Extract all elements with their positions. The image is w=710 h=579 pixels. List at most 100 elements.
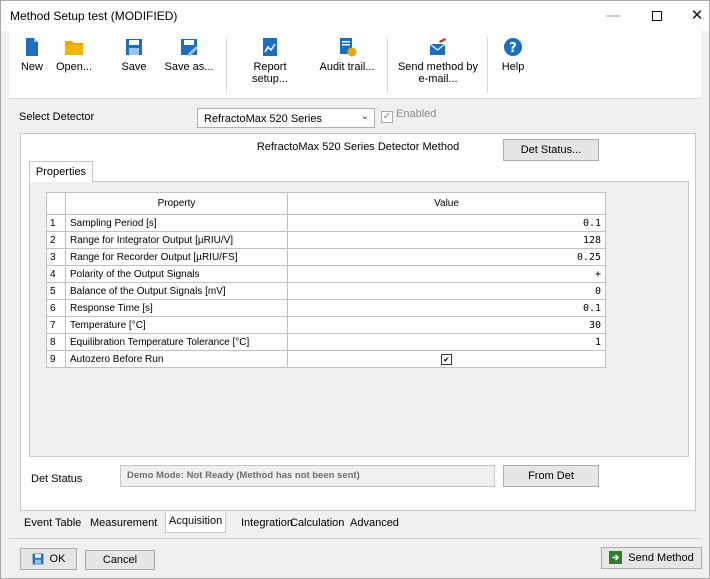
help-label: Help [501,61,525,73]
detector-select[interactable]: RefractoMax 520 Series ⌄ [197,108,375,128]
tab-advanced[interactable]: Advanced [350,514,399,533]
property-value[interactable]: 30 [287,316,606,334]
property-value[interactable]: 0.1 [287,214,606,232]
row-number: 5 [46,282,66,300]
property-name: Range for Recorder Output [µRIU/FS] [65,248,288,266]
maximize-button[interactable] [644,5,670,27]
row-number-header [46,192,66,215]
toolbar-separator [226,37,227,93]
report-setup-icon [263,38,277,56]
property-name: Balance of the Output Signals [mV] [65,282,288,300]
save-disk-icon [126,39,142,55]
ok-button[interactable]: OK [20,548,77,570]
report-setup-button[interactable]: Report setup... [235,37,305,85]
property-value[interactable]: 1 [287,333,606,351]
new-file-icon [26,38,38,56]
cancel-button[interactable]: Cancel [85,550,155,570]
property-name: Sampling Period [s] [65,214,288,232]
tab-measurement[interactable]: Measurement [90,514,157,533]
table-row[interactable]: 1 Sampling Period [s] 0.1 [46,214,606,232]
row-number: 9 [46,350,66,368]
tab-event-table[interactable]: Event Table [24,514,81,533]
help-button[interactable]: ? Help [499,37,527,73]
new-label: New [20,61,43,73]
save-as-button[interactable]: Save as... [163,37,215,73]
table-row[interactable]: 6 Response Time [s] 0.1 [46,299,606,317]
send-method-label: Send Method [628,552,694,564]
send-method-label-1: Send method by [397,61,479,73]
send-arrow-icon [609,551,623,564]
toolbar-separator [387,37,388,93]
row-number: 1 [46,214,66,232]
send-method-button[interactable]: Send Method [601,547,702,569]
audit-trail-button[interactable]: Audit trail... [315,37,379,73]
tab-properties[interactable]: Properties [29,161,93,182]
property-value[interactable]: + [287,265,606,283]
table-row[interactable]: 3 Range for Recorder Output [µRIU/FS] 0.25 [46,248,606,266]
minimize-button[interactable]: — [600,5,626,27]
table-row[interactable]: 4 Polarity of the Output Signals + [46,265,606,283]
detector-method-panel: RefractoMax 520 Series Detector Method D… [20,133,696,511]
help-icon: ? [504,38,522,56]
autozero-checkbox[interactable]: ✔ [441,353,452,365]
folder-icon [65,41,83,55]
property-name: Equilibration Temperature Tolerance [°C] [65,333,288,351]
property-name: Range for Integrator Output [µRIU/V] [65,231,288,249]
property-name: Polarity of the Output Signals [65,265,288,283]
row-number: 2 [46,231,66,249]
table-row[interactable]: 9 Autozero Before Run ✔ [46,350,606,368]
row-number: 4 [46,265,66,283]
save-label: Save [121,61,147,73]
select-detector-label: Select Detector [19,111,95,123]
table-row[interactable]: 2 Range for Integrator Output [µRIU/V] 128 [46,231,606,249]
det-status-text: Demo Mode: Not Ready (Method has not bee… [120,465,495,487]
property-value[interactable]: 0.25 [287,248,606,266]
property-value[interactable]: ✔ [287,350,606,368]
save-button[interactable]: Save [117,37,151,73]
row-number: 6 [46,299,66,317]
value-column-header: Value [287,192,606,215]
footer-divider [9,538,701,539]
chevron-down-icon: ⌄ [360,111,369,122]
table-row[interactable]: 5 Balance of the Output Signals [mV] 0 [46,282,606,300]
send-method-label-2: e-mail... [418,73,458,85]
open-button[interactable]: Open... [53,37,95,73]
new-button[interactable]: New [17,37,47,73]
checkmark-icon: ✓ [381,111,393,123]
detector-select-value: RefractoMax 520 Series [204,113,322,125]
table-row[interactable]: 8 Equilibration Temperature Tolerance [°C… [46,333,606,351]
table-row[interactable]: 7 Temperature [°C] 30 [46,316,606,334]
properties-tab-content: Property Value 1 Sampling Period [s] 0.1 2 R… [29,181,689,457]
send-method-email-button[interactable]: Send method by e-mail... [397,37,479,85]
title-bar: Method Setup test (MODIFIED) — ✕ [1,1,709,31]
property-name: Response Time [s] [65,299,288,317]
tab-integration[interactable]: Integration [241,514,293,533]
audit-trail-icon [340,38,357,57]
ok-label: OK [49,553,66,565]
toolbar-separator [487,37,488,93]
from-det-button[interactable]: From Det [503,465,599,487]
property-name: Autozero Before Run [65,350,288,368]
det-status-button[interactable]: Det Status... [503,139,599,161]
toolbar: New Open... Save Save as... Report setup… [9,31,701,99]
svg-text:?: ? [509,41,517,56]
email-icon [429,38,446,55]
close-button[interactable]: ✕ [684,5,710,27]
save-disk-icon [32,553,43,565]
property-value[interactable]: 0 [287,282,606,300]
window-title: Method Setup test (MODIFIED) [10,9,178,23]
property-name: Temperature [°C] [65,316,288,334]
enabled-label: Enabled [396,108,437,120]
row-number: 3 [46,248,66,266]
enabled-checkbox: ✓ Enabled [381,108,436,123]
det-status-label: Det Status [31,473,83,485]
tab-calculation[interactable]: Calculation [290,514,344,533]
tab-acquisition[interactable]: Acquisition [165,512,227,533]
detector-row: Select Detector RefractoMax 520 Series ⌄… [9,105,701,128]
property-value[interactable]: 0.1 [287,299,606,317]
property-column-header: Property [65,192,288,215]
row-number: 7 [46,316,66,334]
report-setup-label: Report setup... [251,61,289,85]
save-as-label: Save as... [164,61,214,73]
property-value[interactable]: 128 [287,231,606,249]
